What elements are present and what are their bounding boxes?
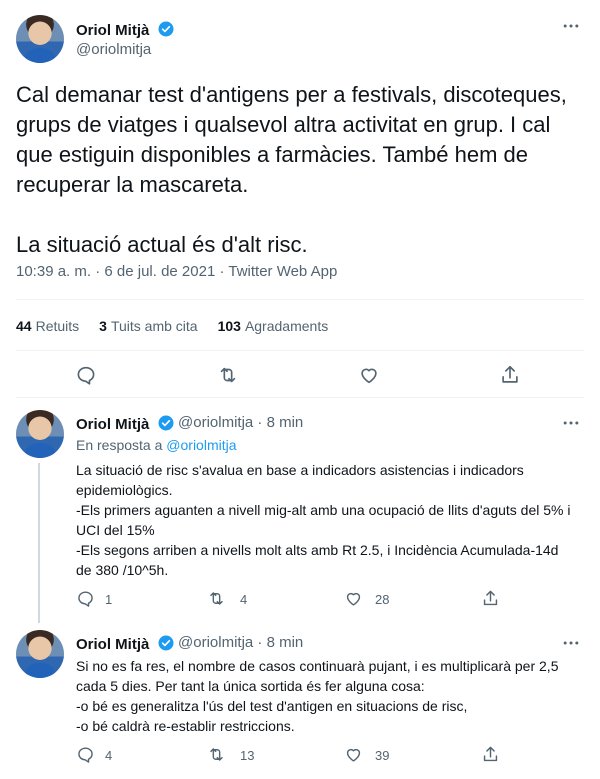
- reply-2-author-name[interactable]: Oriol Mitjà: [76, 634, 175, 653]
- reply-icon[interactable]: [76, 589, 95, 608]
- main-author-handle[interactable]: @oriolmitja: [76, 41, 151, 58]
- retweet-icon[interactable]: [217, 364, 239, 386]
- retweet-count: 13: [240, 748, 255, 763]
- heart-icon[interactable]: [358, 364, 380, 386]
- main-author-name[interactable]: Oriol Mitjà: [76, 20, 175, 39]
- more-icon[interactable]: [561, 413, 581, 433]
- reply-2-text: Si no es fa res, el nombre de casos cont…: [76, 658, 559, 734]
- reply-icon[interactable]: [75, 364, 97, 386]
- likes-stat[interactable]: 103 Agradaments: [218, 318, 329, 334]
- reply-1-author-name[interactable]: Oriol Mitjà: [76, 414, 175, 433]
- more-icon[interactable]: [561, 16, 581, 36]
- divider: [16, 397, 584, 398]
- retweet-icon[interactable]: [207, 589, 226, 608]
- divider: [16, 350, 584, 351]
- retweets-stat[interactable]: 44 Retuits: [16, 318, 79, 334]
- reply-1-author-name-text[interactable]: Oriol Mitjà: [76, 416, 149, 433]
- main-tweet-text: Cal demanar test d'antigens per a festiv…: [16, 82, 567, 257]
- share-icon[interactable]: [481, 745, 500, 764]
- main-tweet-meta[interactable]: 10:39 a. m. · 6 de jul. de 2021 · Twitte…: [16, 263, 337, 280]
- heart-icon[interactable]: [344, 589, 363, 608]
- reply-count: 1: [105, 592, 113, 607]
- retweet-count: 4: [240, 592, 248, 607]
- heart-icon[interactable]: [344, 745, 363, 764]
- main-author-name-text[interactable]: Oriol Mitjà: [76, 22, 149, 39]
- retweets-count: 44: [16, 318, 32, 334]
- likes-label: Agradaments: [244, 318, 329, 334]
- thread-connector: [38, 463, 40, 623]
- retweets-label: Retuits: [35, 318, 80, 334]
- verified-badge-icon: [158, 21, 174, 37]
- main-avatar[interactable]: [16, 15, 64, 63]
- divider: [16, 299, 584, 300]
- quotes-stat[interactable]: 3 Tuits amb cita: [99, 318, 197, 334]
- reply-count: 4: [105, 748, 113, 763]
- main-stats: 44 Retuits 3 Tuits amb cita 103 Agradaments: [16, 318, 348, 334]
- share-icon[interactable]: [481, 589, 500, 608]
- reply-1-avatar[interactable]: [16, 410, 64, 458]
- in-reply-to-handle-link[interactable]: @oriolmitja: [166, 437, 236, 453]
- quotes-count: 3: [99, 318, 107, 334]
- in-reply-to: En resposta a @oriolmitja: [76, 437, 237, 453]
- verified-badge-icon: [158, 415, 174, 431]
- more-icon[interactable]: [561, 633, 581, 653]
- reply-1-text: La situació de risc s'avalua en base a i…: [76, 462, 571, 578]
- reply-2-author-name-text[interactable]: Oriol Mitjà: [76, 636, 149, 653]
- reply-2-avatar[interactable]: [16, 630, 64, 678]
- share-icon[interactable]: [499, 364, 521, 386]
- reply-1-author-handle[interactable]: @oriolmitja · 8 min: [178, 414, 303, 431]
- verified-badge-icon: [158, 635, 174, 651]
- likes-count: 103: [217, 318, 241, 334]
- reply-2-author-handle[interactable]: @oriolmitja · 8 min: [178, 634, 303, 651]
- quotes-label: Tuits amb cita: [110, 318, 198, 334]
- retweet-icon[interactable]: [207, 745, 226, 764]
- reply-icon[interactable]: [76, 745, 95, 764]
- in-reply-to-prefix: En resposta a: [76, 437, 163, 453]
- like-count: 28: [375, 592, 390, 607]
- like-count: 39: [375, 748, 390, 763]
